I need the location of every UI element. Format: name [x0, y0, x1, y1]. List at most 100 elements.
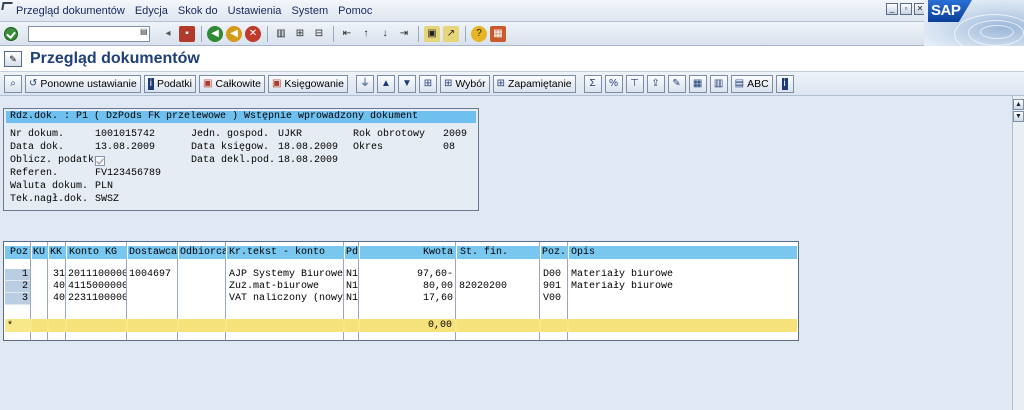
last-page-icon[interactable]: ⇥ — [396, 26, 412, 42]
cell-gl-account: 2231100000 — [68, 293, 126, 304]
period-label: Okres — [353, 142, 384, 153]
document-type-title: Rdz.dok. : P1 ( DzPods FK przelewowe ) W… — [6, 111, 476, 123]
restore-button[interactable]: ▫ — [900, 3, 912, 15]
save-icon[interactable]: ▪ — [179, 26, 195, 42]
col-header-amount[interactable]: Kwota — [360, 246, 456, 259]
filter-icon: ⏚ — [359, 78, 370, 89]
col-header-gl-account[interactable]: Konto KG — [67, 246, 127, 259]
fiscal-year-value: 2009 — [443, 129, 468, 140]
col-header-funds-status[interactable]: St. fin. — [457, 246, 540, 259]
menu-item-edit[interactable]: Edycja — [135, 5, 168, 17]
magnifier-icon: ⌕ — [10, 78, 16, 89]
spreadsheet-button[interactable]: ▥ — [709, 75, 728, 93]
tax-decl-date-value: 18.08.2009 — [278, 155, 339, 166]
totals-marker-cell: * — [5, 319, 30, 332]
sort-descending-button[interactable]: ▼ — [397, 75, 416, 93]
col-header-account-text[interactable]: Kr.tekst - konto — [227, 246, 344, 259]
totals-cell — [457, 319, 539, 332]
table-row-header[interactable]: 2 — [5, 281, 30, 293]
detail-button[interactable]: ⌕ — [4, 75, 22, 93]
display-change-icon[interactable]: ✎ — [4, 51, 22, 67]
menu-item-system[interactable]: System — [291, 5, 328, 17]
info-icon: i — [147, 78, 154, 90]
find-icon: ⊞ — [423, 78, 433, 89]
taxes-button[interactable]: i Podatki — [143, 75, 196, 93]
shortcut-icon[interactable]: ↗ — [443, 26, 459, 42]
cell-amount: 80,00 — [422, 281, 453, 292]
cell-gl-account: 4115000000 — [68, 281, 126, 292]
cell-kk: 31 — [52, 269, 65, 280]
menu-item-help[interactable]: Pomoc — [338, 5, 372, 17]
calculator-button[interactable]: ▦ — [688, 75, 707, 93]
cell-tax-code: N1 — [346, 293, 359, 304]
menu-item-settings[interactable]: Ustawienia — [228, 5, 282, 17]
layout-menu-icon[interactable]: ▦ — [490, 26, 506, 42]
vertical-scrollbar[interactable]: ▲ ▼ — [1012, 96, 1024, 410]
title-bar: ✎ Przegląd dokumentów — [0, 46, 1024, 72]
totals-cell — [179, 319, 225, 332]
totals-cell — [541, 319, 567, 332]
sum-button[interactable]: Σ — [583, 75, 602, 93]
export-button[interactable]: ⇪ — [646, 75, 665, 93]
col-header-tax-code[interactable]: Pd — [345, 246, 359, 259]
reset-button[interactable]: ↺ Ponowne ustawianie — [25, 75, 141, 93]
col-header-item-code[interactable]: Poz. — [541, 246, 568, 259]
cell-amount: 17,60 — [422, 293, 453, 304]
first-page-icon[interactable]: ⇤ — [339, 26, 355, 42]
abc-analysis-button[interactable]: ▤ ABC — [730, 75, 773, 93]
menu-item-document-overview[interactable]: Przegląd dokumentów — [16, 5, 125, 17]
cell-kk: 40 — [52, 293, 65, 304]
table-row-header[interactable]: 1 — [5, 269, 30, 281]
exit-icon[interactable]: ◀ — [226, 26, 242, 42]
cell-gl-account: 2011100000 — [68, 269, 126, 280]
cell-account-text: VAT naliczony (nowy) — [229, 293, 343, 304]
new-session-icon[interactable]: ▣ — [424, 26, 440, 42]
work-area: Rdz.dok. : P1 ( DzPods FK przelewowe ) W… — [0, 96, 1012, 410]
info-button[interactable]: i — [775, 75, 794, 93]
scroll-down-icon[interactable]: ▼ — [1013, 111, 1024, 122]
select-layout-button[interactable]: ⊤ — [625, 75, 644, 93]
window-menu-icon[interactable] — [1, 2, 13, 10]
total-amount: 0,00 — [360, 319, 455, 332]
choose-button[interactable]: ⊞ Wybór — [439, 75, 490, 93]
back-icon[interactable]: ◀ — [207, 26, 223, 42]
menu-item-goto[interactable]: Skok do — [178, 5, 218, 17]
sort-ascending-button[interactable]: ▲ — [376, 75, 395, 93]
cell-amount: 97,60- — [416, 269, 453, 280]
col-header-customer[interactable]: Odbiorca — [179, 246, 226, 259]
save-variant-button[interactable]: ⊞ Zapamiętanie — [492, 75, 576, 93]
col-header-kk[interactable]: KK — [49, 246, 66, 259]
totals-button[interactable]: ▣ Całkowite — [198, 75, 265, 93]
abc-icon: ▤ — [734, 78, 745, 89]
help-icon[interactable]: ? — [471, 26, 487, 42]
next-page-icon[interactable]: ↓ — [377, 26, 393, 42]
cancel-icon[interactable]: ✕ — [245, 26, 261, 42]
subtotal-button[interactable]: % — [604, 75, 623, 93]
table-row-header[interactable]: 3 — [5, 293, 30, 305]
filter-button[interactable]: ⏚ — [355, 75, 374, 93]
find-button[interactable]: ⊞ — [418, 75, 437, 93]
command-field[interactable] — [28, 26, 150, 42]
col-header-item[interactable]: Poz — [5, 246, 30, 259]
col-header-description[interactable]: Opis — [569, 246, 797, 259]
header-text-value: SWSZ — [95, 194, 120, 205]
previous-page-icon[interactable]: ↑ — [358, 26, 374, 42]
cell-item-code: V00 — [543, 293, 562, 304]
totals-cell — [569, 319, 797, 332]
enter-icon[interactable] — [4, 27, 18, 41]
minimize-button[interactable]: _ — [886, 3, 898, 15]
calc-tax-label: Oblicz. podatku — [10, 155, 101, 166]
find-next-icon[interactable]: ⊟ — [311, 26, 327, 42]
find-icon[interactable]: ⊞ — [292, 26, 308, 42]
change-layout-button[interactable]: ✎ — [667, 75, 686, 93]
print-icon[interactable]: ▥ — [273, 26, 289, 42]
doc-number-value: 1001015742 — [95, 129, 156, 140]
totals-icon: ▣ — [202, 78, 213, 89]
posting-button[interactable]: ▣ Księgowanie — [267, 75, 348, 93]
cell-item-code: D00 — [543, 269, 562, 280]
command-history-icon[interactable]: ▤ — [140, 27, 148, 39]
scroll-up-icon[interactable]: ▲ — [1013, 99, 1024, 110]
command-collapse-icon[interactable]: ◂ — [160, 26, 176, 42]
col-header-vendor[interactable]: Dostawca — [128, 246, 178, 259]
col-header-ku[interactable]: KU — [32, 246, 48, 259]
